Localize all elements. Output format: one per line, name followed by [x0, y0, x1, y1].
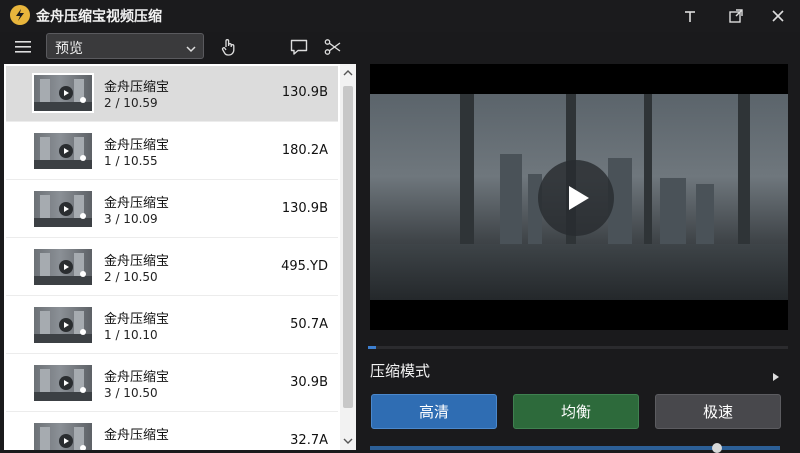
list-item[interactable]: 金舟压缩宝 2 / 10.50 495.YD — [6, 240, 338, 296]
list-item[interactable]: 金舟压缩宝 3 / 10.50 30.9B — [6, 356, 338, 412]
video-thumbnail — [32, 73, 94, 113]
compression-progress[interactable] — [368, 346, 788, 349]
hand-icon[interactable] — [218, 36, 240, 58]
item-size: 30.9B — [290, 375, 328, 390]
item-size: 495.YD — [281, 259, 328, 274]
mode-fast-button[interactable]: 极速 — [655, 394, 781, 429]
item-meta: 2 / 10.50 — [104, 270, 158, 284]
title-bar: 金舟压缩宝视频压缩 — [0, 0, 800, 32]
item-name: 金舟压缩宝 — [104, 428, 170, 443]
chevron-down-icon[interactable] — [343, 436, 353, 446]
quality-slider-handle[interactable] — [712, 443, 722, 453]
video-thumbnail — [32, 421, 94, 450]
play-icon — [59, 376, 73, 390]
item-name: 金舟压缩宝 — [104, 312, 170, 327]
video-thumbnail — [32, 189, 94, 229]
comment-icon[interactable] — [288, 36, 310, 58]
restore-icon[interactable] — [722, 4, 750, 28]
play-icon — [59, 144, 73, 158]
item-name: 金舟压缩宝 — [104, 196, 170, 211]
video-preview[interactable] — [370, 64, 788, 330]
play-icon — [59, 434, 73, 448]
item-size: 180.2A — [281, 143, 328, 158]
item-name: 金舟压缩宝 — [104, 254, 170, 269]
item-meta: 3 / 10.50 — [104, 386, 158, 400]
preview-frame — [370, 94, 788, 300]
list-item[interactable]: 金舟压缩宝 1 / 10.10 50.7A — [6, 298, 338, 354]
item-size: 130.9B — [281, 85, 328, 100]
logo-icon — [10, 5, 30, 25]
mode-balanced-button[interactable]: 均衡 — [513, 394, 639, 429]
chevron-up-icon[interactable] — [343, 68, 353, 78]
play-icon — [59, 202, 73, 216]
play-icon — [59, 86, 73, 100]
item-meta: 2 / 10.59 — [104, 96, 158, 110]
chevron-down-icon — [185, 40, 197, 59]
list-item[interactable]: 金舟压缩宝 3 / 10.09 130.9B — [6, 182, 338, 238]
list-item[interactable]: 金舟压缩宝 1 / 10.55 180.2A — [6, 124, 338, 180]
item-name: 金舟压缩宝 — [104, 138, 170, 153]
close-icon[interactable] — [764, 4, 792, 28]
item-size: 50.7A — [290, 317, 328, 332]
item-name: 金舟压缩宝 — [104, 370, 170, 385]
list-item[interactable]: 金舟压缩宝 32.7A — [6, 414, 338, 450]
app-title: 金舟压缩宝视频压缩 — [36, 9, 162, 25]
video-thumbnail — [32, 247, 94, 287]
item-meta: 1 / 10.55 — [104, 154, 158, 168]
chevron-right-icon[interactable] — [772, 367, 780, 386]
item-meta: 3 / 10.09 — [104, 212, 158, 226]
menu-icon[interactable] — [12, 37, 34, 57]
list-scrollbar[interactable] — [340, 64, 356, 450]
file-list: 金舟压缩宝 2 / 10.59 130.9B 金舟压缩宝 1 / 10.55 180.2A… — [4, 64, 356, 450]
play-icon — [59, 260, 73, 274]
scrollbar-thumb[interactable] — [343, 86, 353, 408]
video-thumbnail — [32, 131, 94, 171]
play-icon[interactable] — [538, 160, 614, 236]
view-select-value: 预览 — [55, 41, 83, 57]
item-name: 金舟压缩宝 — [104, 80, 170, 95]
view-select[interactable]: 预览 — [46, 33, 204, 59]
mode-high-quality-button[interactable]: 高清 — [371, 394, 497, 429]
scissors-icon[interactable] — [322, 36, 344, 58]
play-icon — [59, 318, 73, 332]
compress-mode-title: 压缩模式 — [370, 362, 431, 380]
item-size: 32.7A — [290, 433, 328, 448]
compression-progress-fill — [368, 346, 377, 349]
item-size: 130.9B — [281, 201, 328, 216]
pin-icon[interactable] — [676, 4, 704, 28]
video-thumbnail — [32, 305, 94, 345]
preview-table — [370, 244, 788, 300]
list-item[interactable]: 金舟压缩宝 2 / 10.59 130.9B — [6, 66, 338, 122]
video-thumbnail — [32, 363, 94, 403]
item-meta: 1 / 10.10 — [104, 328, 158, 342]
